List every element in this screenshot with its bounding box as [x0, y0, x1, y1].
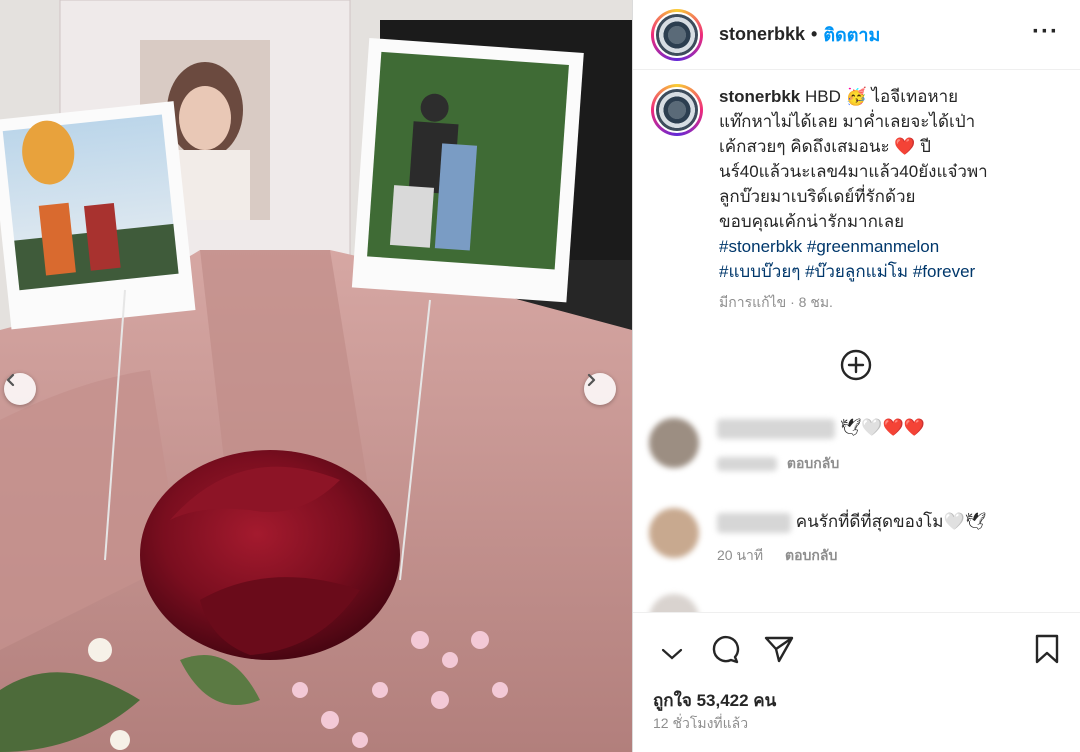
caption-line: ลูกบ๊วยมาเบริด์เดย์ที่รักด้วย [719, 187, 916, 206]
post-username[interactable]: stonerbkk [719, 24, 805, 45]
caption-line: ขอบคุณเค้กน่ารักมากเลย [719, 212, 905, 231]
bookmark-icon[interactable] [1033, 633, 1061, 665]
previous-photo-button[interactable] [4, 373, 36, 405]
plus-circle-icon[interactable] [839, 348, 873, 382]
edited-timestamp: มีการแก้ไข · 8 ชม. [719, 294, 833, 310]
blurred-username[interactable] [717, 512, 791, 533]
post-header: stonerbkk • ติดตาม ··· [633, 0, 1080, 70]
share-icon[interactable] [763, 633, 795, 665]
comment-time: 20 นาที [717, 547, 764, 563]
comment-icon[interactable] [709, 633, 741, 665]
comment-item: 🕊🤍❤️❤️ ตอบกลับ [649, 418, 925, 475]
post-time: 12 ชั่วโมงที่แล้ว [653, 715, 749, 731]
comment-text: คนรักที่ดีที่สุดของโม🤍🕊 [795, 512, 987, 531]
next-photo-button[interactable] [584, 373, 616, 405]
chevron-right-icon [587, 373, 596, 387]
comment-avatar[interactable] [649, 418, 699, 468]
caption-line: แท๊กหาไม่ได้เลย มาค่ำเลยจะได้เป่า [719, 112, 976, 131]
post-photo [0, 0, 632, 752]
avatar[interactable] [651, 8, 703, 61]
blurred-username[interactable] [717, 418, 835, 439]
caption-text: stonerbkk HBD 🥳 ไอจีเทอหาย แท๊กหาไม่ได้เ… [719, 84, 1049, 315]
post-side-panel: stonerbkk • ติดตาม ··· stonerbkk HBD 🥳 ไ… [632, 0, 1080, 752]
comment-avatar[interactable] [649, 508, 699, 558]
caption-line: เค้กสวยๆ คิดถึงเสมอนะ ❤️ ปี [719, 137, 931, 156]
caption-line: HBD 🥳 ไอจีเทอหาย [800, 87, 959, 106]
chevron-down-icon[interactable] [659, 647, 685, 661]
more-options-icon[interactable]: ··· [1032, 20, 1059, 44]
comment-item: คนรักที่ดีที่สุดของโม🤍🕊 20 นาที ตอบกลับ [649, 508, 986, 567]
caption: stonerbkk HBD 🥳 ไอจีเทอหาย แท๊กหาไม่ได้เ… [651, 84, 1071, 315]
caption-line: นร์40แล้วนะเลข4มาแล้ว40ยังแจ๋วพา [719, 162, 988, 181]
action-bar: ถูกใจ 53,422 คน 12 ชั่วโมงที่แล้ว [633, 612, 1080, 752]
like-count[interactable]: ถูกใจ 53,422 คน [653, 687, 776, 714]
follow-button[interactable]: ติดตาม [823, 20, 880, 49]
separator-dot: • [811, 24, 818, 44]
reply-button[interactable]: ตอบกลับ [785, 547, 837, 563]
caption-username[interactable]: stonerbkk [719, 87, 800, 106]
hashtag-line[interactable]: #แบบบ๊วยๆ #บ๊วยลูกแม่โม #forever [719, 259, 1049, 284]
chevron-left-icon [6, 373, 15, 387]
reply-button[interactable]: ตอบกลับ [787, 455, 839, 471]
caption-avatar[interactable] [651, 84, 703, 136]
post-media [0, 0, 632, 752]
comment-text: 🕊🤍❤️❤️ [839, 418, 925, 437]
blurred-time [717, 456, 777, 471]
instagram-post: stonerbkk • ติดตาม ··· stonerbkk HBD 🥳 ไ… [0, 0, 1080, 752]
hashtag-line[interactable]: #stonerbkk #greenmanmelon [719, 234, 1049, 259]
